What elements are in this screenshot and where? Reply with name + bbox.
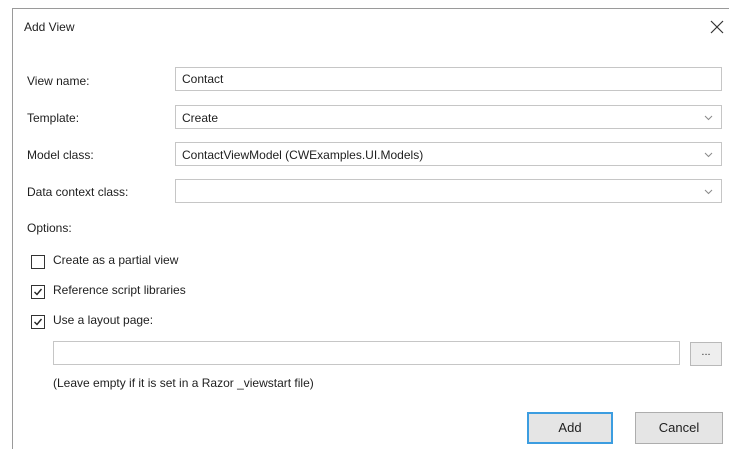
view-name-input[interactable] [182, 72, 702, 86]
chevron-down-icon [704, 152, 713, 158]
data-context-class-label: Data context class: [27, 185, 129, 199]
reference-scripts-label[interactable]: Reference script libraries [53, 283, 186, 297]
reference-scripts-checkbox[interactable] [31, 285, 45, 299]
partial-view-checkbox[interactable] [31, 255, 45, 269]
title-bar: Add View [13, 9, 729, 45]
data-context-class-select[interactable] [175, 179, 722, 203]
use-layout-label[interactable]: Use a layout page: [53, 313, 153, 327]
checkmark-icon [34, 318, 43, 326]
chevron-down-icon [704, 189, 713, 195]
template-value: Create [182, 111, 219, 125]
partial-view-label[interactable]: Create as a partial view [53, 253, 178, 267]
browse-button[interactable]: ... [690, 342, 722, 366]
view-name-field[interactable] [175, 67, 722, 91]
cancel-button[interactable]: Cancel [635, 412, 723, 444]
close-icon[interactable] [707, 17, 727, 37]
chevron-down-icon [704, 115, 713, 121]
dialog-title: Add View [24, 20, 75, 34]
add-button[interactable]: Add [527, 412, 613, 444]
view-name-label: View name: [27, 74, 90, 88]
model-class-select[interactable]: ContactViewModel (CWExamples.UI.Models) [175, 142, 722, 166]
use-layout-checkbox[interactable] [31, 315, 45, 329]
template-label: Template: [27, 111, 80, 125]
add-view-dialog: Add View View name: Template: Create Mod… [12, 8, 729, 449]
layout-hint: (Leave empty if it is set in a Razor _vi… [53, 376, 314, 390]
options-heading: Options: [27, 221, 72, 235]
model-class-value: ContactViewModel (CWExamples.UI.Models) [182, 148, 424, 162]
model-class-label: Model class: [27, 148, 94, 162]
checkmark-icon [34, 288, 43, 296]
layout-page-input[interactable] [53, 341, 680, 365]
template-select[interactable]: Create [175, 105, 722, 129]
